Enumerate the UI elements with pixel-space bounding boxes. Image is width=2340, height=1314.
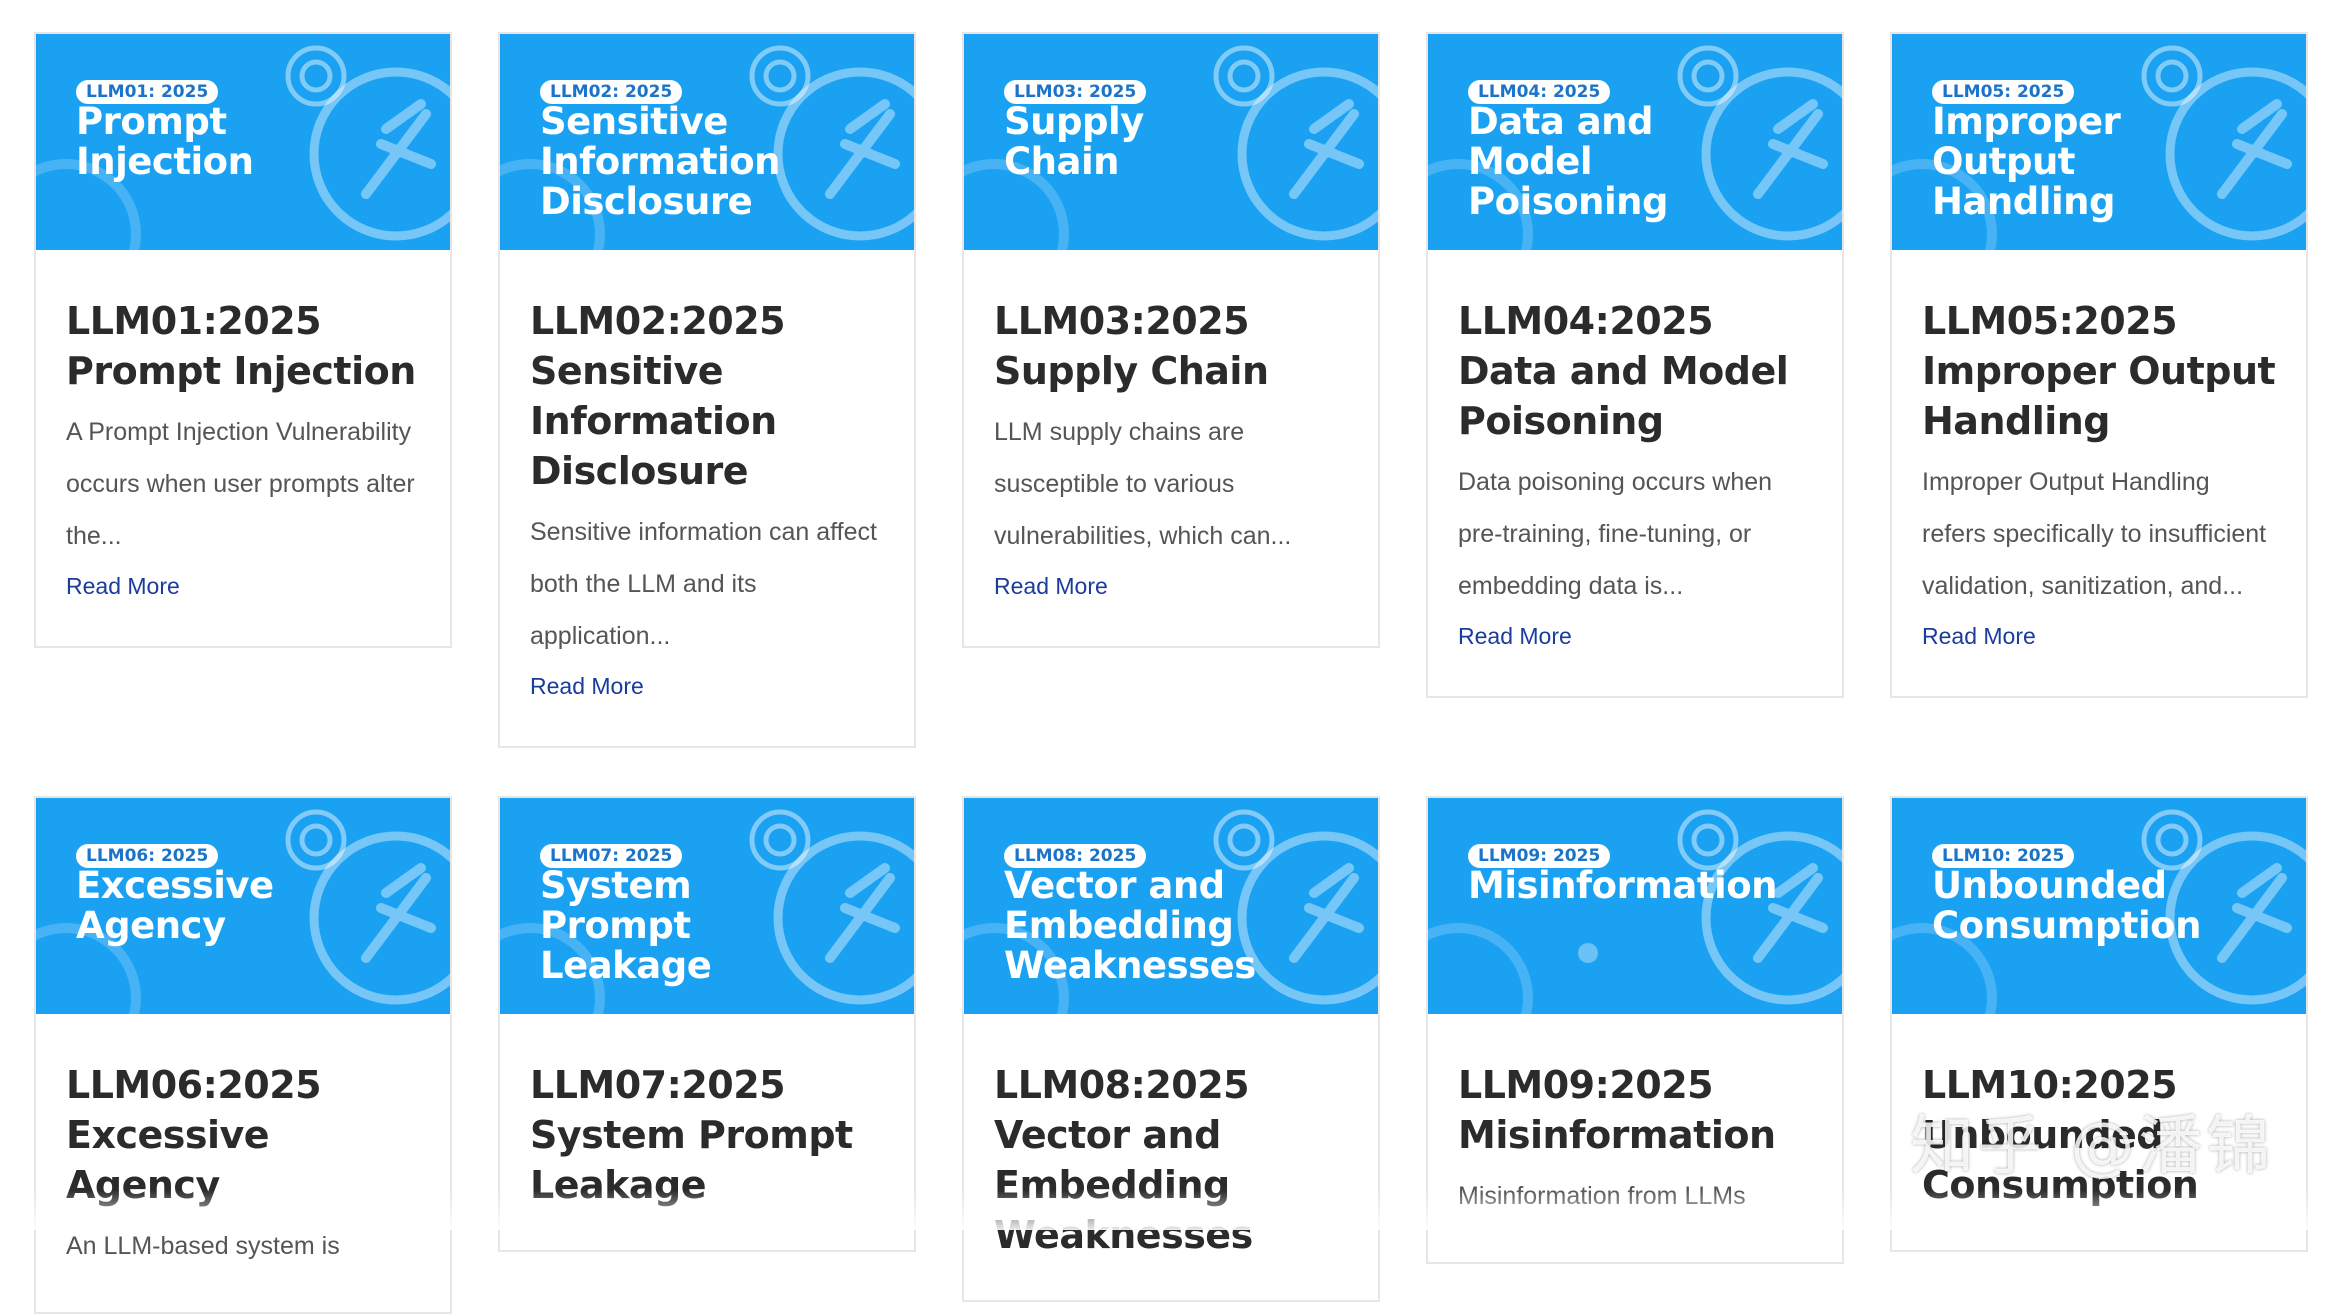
banner-title: Excessive Agency <box>76 864 274 947</box>
card-description: A Prompt Injection Vulnerability occurs … <box>66 418 415 550</box>
card-description: LLM supply chains are susceptible to var… <box>994 418 1292 550</box>
card-banner[interactable]: LLM08: 2025 Vector and Embedding Weaknes… <box>964 798 1378 1014</box>
card-title[interactable]: LLM09:2025 Misinformation <box>1458 1060 1812 1160</box>
banner-title: Prompt Injection <box>76 100 254 183</box>
card-title[interactable]: LLM02:2025 Sensitive Information Disclos… <box>530 296 884 496</box>
read-more-link[interactable]: Read More <box>994 566 1108 606</box>
owasp-card-llm02[interactable]: LLM02: 2025 Sensitive Information Disclo… <box>498 32 916 748</box>
card-banner[interactable]: LLM03: 2025 Supply Chain <box>964 34 1378 250</box>
zhihu-watermark: 知乎 @潘锦 <box>1910 1110 2275 1184</box>
owasp-card-llm04[interactable]: LLM04: 2025 Data and Model Poisoning LLM… <box>1426 32 1844 698</box>
card-banner[interactable]: LLM07: 2025 System Prompt Leakage <box>500 798 914 1014</box>
bottom-fade <box>0 1190 2340 1230</box>
card-description: Sensitive information can affect both th… <box>530 518 877 650</box>
card-banner[interactable]: LLM04: 2025 Data and Model Poisoning <box>1428 34 1842 250</box>
read-more-link[interactable]: Read More <box>530 666 644 706</box>
read-more-link[interactable]: Read More <box>1458 616 1572 656</box>
card-description: Improper Output Handling refers specific… <box>1922 468 2267 600</box>
card-title[interactable]: LLM07:2025 System Prompt Leakage <box>530 1060 884 1210</box>
read-more-link[interactable]: Read More <box>1922 616 2036 656</box>
owasp-card-llm03[interactable]: LLM03: 2025 Supply Chain LLM03:2025 Supp… <box>962 32 1380 648</box>
card-banner[interactable]: LLM01: 2025 Prompt Injection <box>36 34 450 250</box>
card-banner[interactable]: LLM06: 2025 Excessive Agency <box>36 798 450 1014</box>
card-banner[interactable]: LLM09: 2025 Misinformation <box>1428 798 1842 1014</box>
card-description: Data poisoning occurs when pre-training,… <box>1458 468 1773 600</box>
card-banner[interactable]: LLM05: 2025 Improper Output Handling <box>1892 34 2306 250</box>
card-title[interactable]: LLM04:2025 Data and Model Poisoning <box>1458 296 1812 446</box>
banner-title: Vector and Embedding Weaknesses <box>1004 864 1256 987</box>
owasp-card-llm06[interactable]: LLM06: 2025 Excessive Agency LLM06:2025 … <box>34 796 452 1314</box>
banner-title: Unbounded Consumption <box>1932 864 2201 947</box>
card-title[interactable]: LLM03:2025 Supply Chain <box>994 296 1348 396</box>
banner-title: Sensitive Information Disclosure <box>540 100 781 223</box>
owasp-card-llm01[interactable]: LLM01: 2025 Prompt Injection LLM01:2025 … <box>34 32 452 648</box>
banner-title: Supply Chain <box>1004 100 1144 183</box>
owasp-card-llm07[interactable]: LLM07: 2025 System Prompt Leakage LLM07:… <box>498 796 916 1252</box>
card-banner[interactable]: LLM02: 2025 Sensitive Information Disclo… <box>500 34 914 250</box>
banner-title: Misinformation <box>1468 864 1777 907</box>
card-title[interactable]: LLM06:2025 Excessive Agency <box>66 1060 420 1210</box>
banner-title: System Prompt Leakage <box>540 864 712 987</box>
owasp-card-llm05[interactable]: LLM05: 2025 Improper Output Handling LLM… <box>1890 32 2308 698</box>
card-title[interactable]: LLM05:2025 Improper Output Handling <box>1922 296 2276 446</box>
card-title[interactable]: LLM01:2025 Prompt Injection <box>66 296 420 396</box>
banner-title: Improper Output Handling <box>1932 100 2121 223</box>
read-more-link[interactable]: Read More <box>66 566 180 606</box>
card-banner[interactable]: LLM10: 2025 Unbounded Consumption <box>1892 798 2306 1014</box>
card-title[interactable]: LLM08:2025 Vector and Embedding Weakness… <box>994 1060 1348 1260</box>
banner-title: Data and Model Poisoning <box>1468 100 1669 223</box>
